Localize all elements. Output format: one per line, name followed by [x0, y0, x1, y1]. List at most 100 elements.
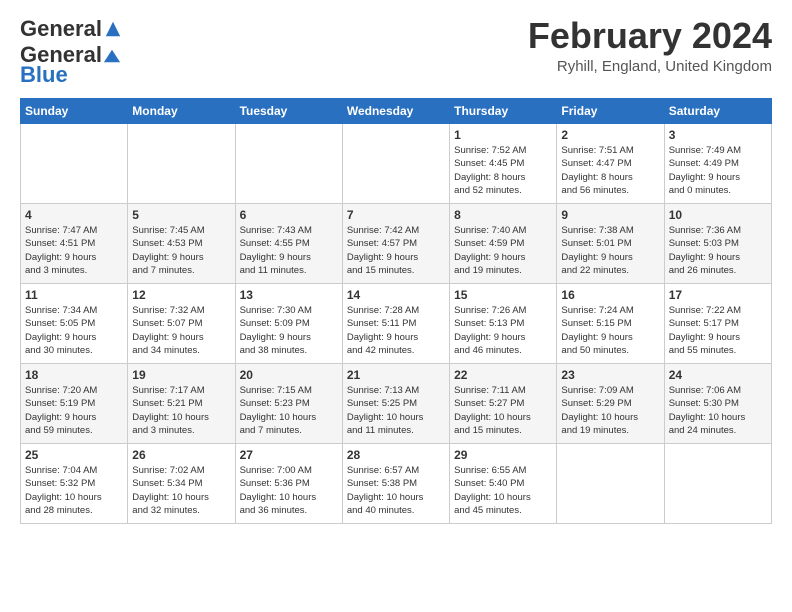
calendar-cell: 7Sunrise: 7:42 AM Sunset: 4:57 PM Daylig…: [342, 204, 449, 284]
day-info: Sunrise: 7:28 AM Sunset: 5:11 PM Dayligh…: [347, 304, 445, 357]
calendar-cell: 27 Sunrise: 7:00 AM Sunset: 5:36 PM Dayli…: [235, 444, 342, 524]
day-info: Sunrise: 7:51 AM Sunset: 4:47 PM Dayligh…: [561, 144, 659, 197]
calendar-cell: 17 Sunrise: 7:22 AM Sunset: 5:17 PM Dayli…: [664, 284, 771, 364]
calendar-week-1: 1Sunrise: 7:52 AM Sunset: 4:45 PM Daylig…: [21, 124, 772, 204]
calendar-cell: 16Sunrise: 7:24 AM Sunset: 5:15 PM Dayli…: [557, 284, 664, 364]
day-number: 7: [347, 208, 445, 222]
logo-general-text: General: [20, 16, 102, 42]
calendar-cell: 9 Sunrise: 7:38 AM Sunset: 5:01 PM Daylig…: [557, 204, 664, 284]
calendar-header-row: SundayMondayTuesdayWednesdayThursdayFrid…: [21, 99, 772, 124]
day-info: Sunrise: 7:17 AM Sunset: 5:21 PM Dayligh…: [132, 384, 230, 437]
calendar-week-2: 4 Sunrise: 7:47 AM Sunset: 4:51 PM Daylig…: [21, 204, 772, 284]
calendar-cell: 8Sunrise: 7:40 AM Sunset: 4:59 PM Daylig…: [450, 204, 557, 284]
calendar-cell: 1Sunrise: 7:52 AM Sunset: 4:45 PM Daylig…: [450, 124, 557, 204]
day-number: 27: [240, 448, 338, 462]
calendar-cell: 11 Sunrise: 7:34 AM Sunset: 5:05 PM Dayli…: [21, 284, 128, 364]
day-info: Sunrise: 7:45 AM Sunset: 4:53 PM Dayligh…: [132, 224, 230, 277]
day-info: Sunrise: 7:11 AM Sunset: 5:27 PM Dayligh…: [454, 384, 552, 437]
calendar-week-3: 11 Sunrise: 7:34 AM Sunset: 5:05 PM Dayli…: [21, 284, 772, 364]
calendar-cell: 25 Sunrise: 7:04 AM Sunset: 5:32 PM Dayli…: [21, 444, 128, 524]
calendar-cell: [664, 444, 771, 524]
title-area: February 2024 Ryhill, England, United Ki…: [528, 16, 772, 75]
calendar-cell: 6 Sunrise: 7:43 AM Sunset: 4:55 PM Daylig…: [235, 204, 342, 284]
calendar-cell: [342, 124, 449, 204]
day-info: Sunrise: 7:34 AM Sunset: 5:05 PM Dayligh…: [25, 304, 123, 357]
day-number: 11: [25, 288, 123, 302]
day-info: Sunrise: 7:22 AM Sunset: 5:17 PM Dayligh…: [669, 304, 767, 357]
calendar-cell: 24 Sunrise: 7:06 AM Sunset: 5:30 PM Dayli…: [664, 364, 771, 444]
day-number: 12: [132, 288, 230, 302]
day-info: Sunrise: 7:38 AM Sunset: 5:01 PM Dayligh…: [561, 224, 659, 277]
calendar-cell: 22Sunrise: 7:11 AM Sunset: 5:27 PM Dayli…: [450, 364, 557, 444]
calendar-cell: [128, 124, 235, 204]
calendar-week-5: 25 Sunrise: 7:04 AM Sunset: 5:32 PM Dayli…: [21, 444, 772, 524]
day-info: Sunrise: 6:55 AM Sunset: 5:40 PM Dayligh…: [454, 464, 552, 517]
subtitle: Ryhill, England, United Kingdom: [528, 58, 772, 75]
day-number: 21: [347, 368, 445, 382]
day-number: 29: [454, 448, 552, 462]
calendar-cell: 23 Sunrise: 7:09 AM Sunset: 5:29 PM Dayli…: [557, 364, 664, 444]
day-info: Sunrise: 7:02 AM Sunset: 5:34 PM Dayligh…: [132, 464, 230, 517]
calendar-cell: 15 Sunrise: 7:26 AM Sunset: 5:13 PM Dayli…: [450, 284, 557, 364]
column-header-friday: Friday: [557, 99, 664, 124]
day-number: 6: [240, 208, 338, 222]
day-number: 24: [669, 368, 767, 382]
calendar-cell: 12 Sunrise: 7:32 AM Sunset: 5:07 PM Dayli…: [128, 284, 235, 364]
calendar-cell: 13Sunrise: 7:30 AM Sunset: 5:09 PM Dayli…: [235, 284, 342, 364]
day-info: Sunrise: 7:00 AM Sunset: 5:36 PM Dayligh…: [240, 464, 338, 517]
day-number: 10: [669, 208, 767, 222]
day-info: Sunrise: 7:36 AM Sunset: 5:03 PM Dayligh…: [669, 224, 767, 277]
day-info: Sunrise: 7:47 AM Sunset: 4:51 PM Dayligh…: [25, 224, 123, 277]
calendar-cell: 2 Sunrise: 7:51 AM Sunset: 4:47 PM Daylig…: [557, 124, 664, 204]
calendar-cell: 18 Sunrise: 7:20 AM Sunset: 5:19 PM Dayli…: [21, 364, 128, 444]
calendar-cell: 21 Sunrise: 7:13 AM Sunset: 5:25 PM Dayli…: [342, 364, 449, 444]
day-info: Sunrise: 7:20 AM Sunset: 5:19 PM Dayligh…: [25, 384, 123, 437]
day-number: 13: [240, 288, 338, 302]
day-number: 14: [347, 288, 445, 302]
column-header-monday: Monday: [128, 99, 235, 124]
day-number: 20: [240, 368, 338, 382]
logo-blue-label: Blue: [20, 62, 68, 87]
day-number: 26: [132, 448, 230, 462]
day-number: 23: [561, 368, 659, 382]
day-info: Sunrise: 7:49 AM Sunset: 4:49 PM Dayligh…: [669, 144, 767, 197]
calendar-cell: 14 Sunrise: 7:28 AM Sunset: 5:11 PM Dayli…: [342, 284, 449, 364]
day-number: 17: [669, 288, 767, 302]
header: General General Blue February 2024 Ryhil…: [20, 16, 772, 88]
column-header-wednesday: Wednesday: [342, 99, 449, 124]
day-info: Sunrise: 7:06 AM Sunset: 5:30 PM Dayligh…: [669, 384, 767, 437]
logo-triangle-icon: [103, 47, 121, 65]
calendar-cell: 20Sunrise: 7:15 AM Sunset: 5:23 PM Dayli…: [235, 364, 342, 444]
day-number: 4: [25, 208, 123, 222]
calendar-cell: 28Sunrise: 6:57 AM Sunset: 5:38 PM Dayli…: [342, 444, 449, 524]
day-number: 2: [561, 128, 659, 142]
day-number: 3: [669, 128, 767, 142]
calendar-week-4: 18 Sunrise: 7:20 AM Sunset: 5:19 PM Dayli…: [21, 364, 772, 444]
day-info: Sunrise: 7:43 AM Sunset: 4:55 PM Dayligh…: [240, 224, 338, 277]
calendar-cell: 4 Sunrise: 7:47 AM Sunset: 4:51 PM Daylig…: [21, 204, 128, 284]
day-info: Sunrise: 7:26 AM Sunset: 5:13 PM Dayligh…: [454, 304, 552, 357]
day-info: Sunrise: 7:52 AM Sunset: 4:45 PM Dayligh…: [454, 144, 552, 197]
calendar-cell: 26 Sunrise: 7:02 AM Sunset: 5:34 PM Dayli…: [128, 444, 235, 524]
calendar-cell: [235, 124, 342, 204]
calendar-cell: 19 Sunrise: 7:17 AM Sunset: 5:21 PM Dayli…: [128, 364, 235, 444]
calendar-cell: 3 Sunrise: 7:49 AM Sunset: 4:49 PM Daylig…: [664, 124, 771, 204]
day-number: 25: [25, 448, 123, 462]
day-number: 19: [132, 368, 230, 382]
day-info: Sunrise: 7:09 AM Sunset: 5:29 PM Dayligh…: [561, 384, 659, 437]
main-title: February 2024: [528, 16, 772, 56]
day-info: Sunrise: 7:04 AM Sunset: 5:32 PM Dayligh…: [25, 464, 123, 517]
day-info: Sunrise: 7:13 AM Sunset: 5:25 PM Dayligh…: [347, 384, 445, 437]
day-number: 5: [132, 208, 230, 222]
column-header-saturday: Saturday: [664, 99, 771, 124]
day-number: 9: [561, 208, 659, 222]
calendar-cell: [557, 444, 664, 524]
day-number: 8: [454, 208, 552, 222]
day-number: 18: [25, 368, 123, 382]
day-info: Sunrise: 7:32 AM Sunset: 5:07 PM Dayligh…: [132, 304, 230, 357]
day-number: 15: [454, 288, 552, 302]
column-header-sunday: Sunday: [21, 99, 128, 124]
column-header-thursday: Thursday: [450, 99, 557, 124]
calendar-cell: [21, 124, 128, 204]
logo: General General Blue: [20, 16, 122, 88]
